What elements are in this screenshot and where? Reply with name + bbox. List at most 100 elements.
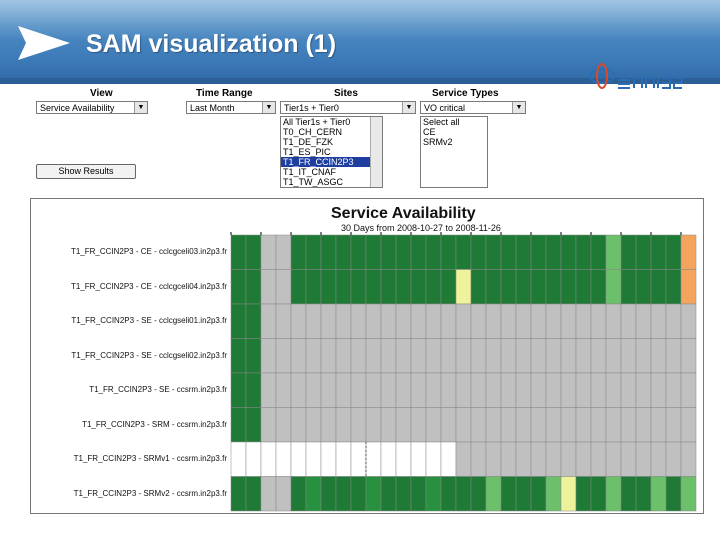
heatmap-cell bbox=[665, 407, 682, 443]
heatmap-cell bbox=[440, 476, 457, 512]
heatmap-cell bbox=[305, 234, 322, 270]
row-label: T1_FR_CCIN2P3 - SRMv1 - ccsrm.in2p3.fr bbox=[73, 454, 227, 464]
show-results-button[interactable]: Show Results bbox=[36, 164, 136, 179]
heatmap-cell bbox=[245, 441, 262, 477]
heatmap-cell bbox=[635, 338, 652, 374]
heatmap-cell bbox=[335, 303, 352, 339]
view-select[interactable]: Service Availability ▼ bbox=[36, 101, 148, 114]
sites-option[interactable]: T1_IT_CNAF bbox=[281, 167, 382, 177]
chevron-down-icon[interactable]: ▼ bbox=[134, 102, 147, 113]
sites-option[interactable]: T1_ES_PIC bbox=[281, 147, 382, 157]
heatmap-cell bbox=[305, 441, 322, 477]
search-form: View Service Availability ▼ Time Range L… bbox=[30, 86, 570, 190]
heatmap-cell bbox=[230, 407, 247, 443]
heatmap-cell bbox=[545, 441, 562, 477]
sites-option[interactable]: T1_DE_FZK bbox=[281, 137, 382, 147]
sites-listbox[interactable]: All Tier1s + Tier0 T0_CH_CERN T1_DE_FZK … bbox=[280, 116, 383, 188]
heatmap-cell bbox=[635, 234, 652, 270]
row-label: T1_FR_CCIN2P3 - SE - cclcgseli01.in2p3.f… bbox=[71, 316, 227, 326]
service-types-select[interactable]: VO critical ▼ bbox=[420, 101, 526, 114]
heatmap-cell bbox=[260, 372, 277, 408]
heatmap-cell bbox=[410, 476, 427, 512]
heatmap-cell bbox=[665, 338, 682, 374]
heatmap-cell bbox=[665, 372, 682, 408]
sites-scrollbar[interactable] bbox=[370, 117, 382, 187]
heatmap-cell bbox=[605, 476, 622, 512]
heatmap-cell bbox=[290, 476, 307, 512]
sites-option-selected[interactable]: T1_FR_CCIN2P3 bbox=[281, 157, 382, 167]
heatmap-cell bbox=[530, 234, 547, 270]
heatmap-cell bbox=[425, 303, 442, 339]
service-types-listbox[interactable]: Select all CE SRMv2 bbox=[420, 116, 488, 188]
heatmap-cell bbox=[500, 441, 517, 477]
heatmap-cell bbox=[575, 407, 592, 443]
heatmap-cell bbox=[545, 269, 562, 305]
heatmap-cell bbox=[620, 234, 637, 270]
heatmap-cell bbox=[620, 269, 637, 305]
heatmap-cell bbox=[590, 372, 607, 408]
heatmap-cell bbox=[590, 338, 607, 374]
etics-logo-icon bbox=[589, 63, 683, 89]
heatmap-cell bbox=[440, 303, 457, 339]
heatmap-cell bbox=[275, 372, 292, 408]
heatmap-cell bbox=[545, 303, 562, 339]
heatmap-cell bbox=[455, 372, 472, 408]
service-type-option[interactable]: CE bbox=[421, 127, 487, 137]
heatmap-cell bbox=[320, 476, 337, 512]
heatmap-cell bbox=[245, 234, 262, 270]
heatmap-cell bbox=[605, 269, 622, 305]
heatmap-cell bbox=[470, 269, 487, 305]
chevron-down-icon[interactable]: ▼ bbox=[402, 102, 415, 113]
time-range-select[interactable]: Last Month ▼ bbox=[186, 101, 276, 114]
heatmap-cell bbox=[575, 372, 592, 408]
service-type-option[interactable]: SRMv2 bbox=[421, 137, 487, 147]
heatmap-cell bbox=[290, 441, 307, 477]
sites-option[interactable]: T1_TW_ASGC bbox=[281, 177, 382, 187]
heatmap-cell bbox=[500, 372, 517, 408]
service-type-option[interactable]: Select all bbox=[421, 117, 487, 127]
heatmap-cell bbox=[635, 372, 652, 408]
heatmap-cell bbox=[560, 407, 577, 443]
heatmap-cell bbox=[485, 338, 502, 374]
heatmap-cell bbox=[680, 441, 697, 477]
heatmap-cell bbox=[545, 234, 562, 270]
heatmap-cell bbox=[530, 407, 547, 443]
heatmap-cell bbox=[425, 476, 442, 512]
sites-option[interactable]: All Tier1s + Tier0 bbox=[281, 117, 382, 127]
sites-option[interactable]: T0_CH_CERN bbox=[281, 127, 382, 137]
heatmap-cell bbox=[275, 441, 292, 477]
heatmap-cell bbox=[650, 303, 667, 339]
heatmap-cell bbox=[350, 303, 367, 339]
heatmap-cell bbox=[575, 269, 592, 305]
heatmap-cell bbox=[470, 441, 487, 477]
row-label: T1_FR_CCIN2P3 - SRM - ccsrm.in2p3.fr bbox=[82, 419, 227, 429]
heatmap-cell bbox=[305, 303, 322, 339]
heatmap-cell bbox=[410, 269, 427, 305]
heatmap-cell bbox=[335, 269, 352, 305]
heatmap-cell bbox=[365, 269, 382, 305]
heatmap-cell bbox=[410, 303, 427, 339]
heatmap-cell bbox=[455, 269, 472, 305]
heatmap-cell bbox=[575, 441, 592, 477]
heatmap-cell bbox=[380, 303, 397, 339]
heatmap-cell bbox=[530, 372, 547, 408]
chevron-down-icon[interactable]: ▼ bbox=[512, 102, 525, 113]
heatmap-cell bbox=[560, 234, 577, 270]
heatmap-cell bbox=[605, 372, 622, 408]
heatmap-cell bbox=[260, 234, 277, 270]
sites-select[interactable]: Tier1s + Tier0 ▼ bbox=[280, 101, 416, 114]
heatmap-cell bbox=[590, 269, 607, 305]
heatmap-cell bbox=[290, 407, 307, 443]
heatmap-cell bbox=[395, 476, 412, 512]
play-arrow-icon bbox=[18, 26, 70, 60]
heatmap-cell bbox=[470, 338, 487, 374]
heatmap-cell bbox=[680, 372, 697, 408]
heatmap-cell bbox=[410, 234, 427, 270]
heatmap-cell bbox=[395, 441, 412, 477]
heatmap-cell bbox=[635, 476, 652, 512]
row-label: T1_FR_CCIN2P3 - CE - cclcgceli04.in2p3.f… bbox=[70, 281, 227, 291]
heatmap-cell bbox=[620, 303, 637, 339]
heatmap-cell bbox=[350, 338, 367, 374]
heatmap-cell bbox=[650, 234, 667, 270]
chevron-down-icon[interactable]: ▼ bbox=[262, 102, 275, 113]
